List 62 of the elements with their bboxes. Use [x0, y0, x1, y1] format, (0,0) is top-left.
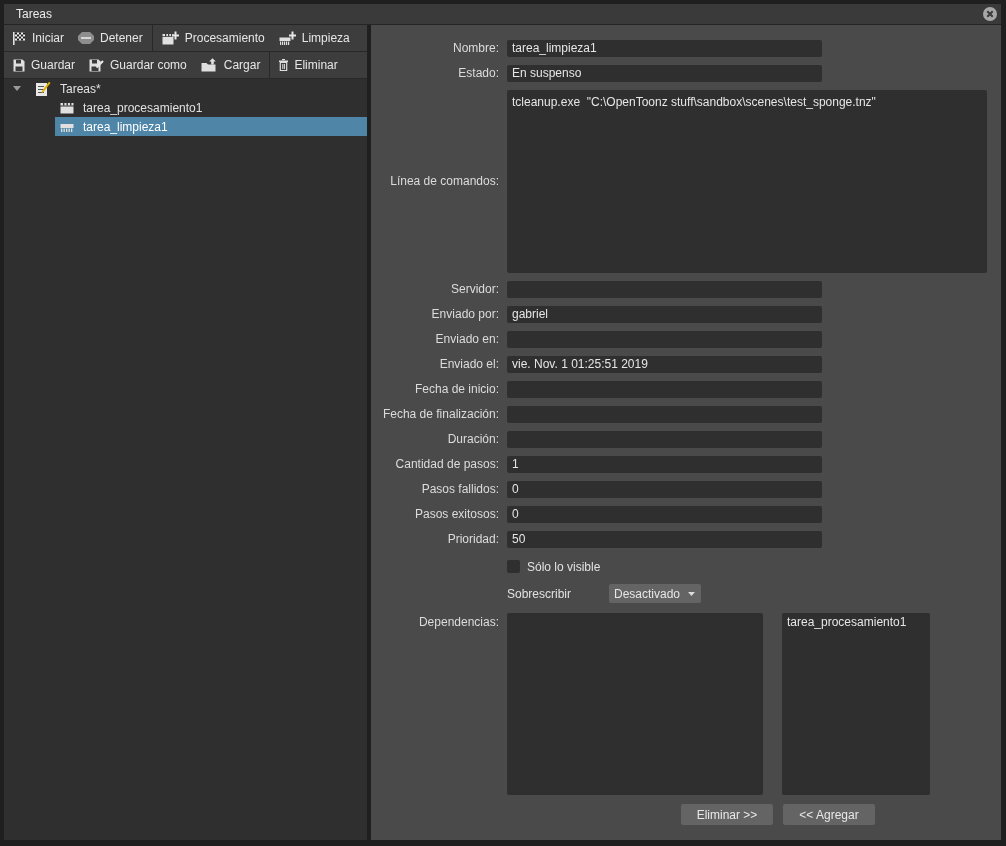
tree-item[interactable]: tarea_procesamiento1	[55, 98, 367, 117]
field-label: Prioridad:	[446, 531, 499, 548]
window-title: Tareas	[16, 7, 53, 21]
text-field[interactable]: 1	[507, 456, 822, 473]
stop-sign-icon	[78, 32, 94, 44]
text-area[interactable]: tcleanup.exe "C:\OpenToonz stuff\sandbox\scenes\test_sponge.tnz"	[507, 90, 987, 273]
text-field[interactable]: 50	[507, 531, 822, 548]
toolbar-button[interactable]: Eliminar	[272, 52, 345, 78]
field-label: Línea de comandos:	[389, 173, 499, 190]
field-label: Nombre:	[452, 40, 499, 57]
folder-arrow-icon	[200, 58, 218, 72]
text-field[interactable]: 0	[507, 506, 822, 523]
text-field[interactable]: tarea_limpieza1	[507, 40, 822, 57]
tree-item[interactable]: tarea_limpieza1	[55, 117, 367, 136]
checkbox[interactable]	[507, 560, 520, 573]
toolbar-button[interactable]: Procesamiento	[154, 25, 272, 51]
toolbar-button[interactable]: Limpieza	[271, 25, 357, 51]
text-field[interactable]: En suspenso	[507, 65, 822, 82]
text-field[interactable]: vie. Nov. 1 01:25:51 2019	[507, 356, 822, 373]
field-label: Enviado el:	[438, 356, 499, 373]
list-box[interactable]	[507, 613, 763, 795]
toolbar-button[interactable]: Iniciar	[6, 25, 71, 51]
toolbar-button[interactable]: Detener	[71, 25, 150, 51]
text-field[interactable]	[507, 331, 822, 348]
notepad-pencil-icon	[35, 80, 51, 97]
field-label: Estado:	[457, 65, 499, 82]
field-label: Cantidad de pasos:	[394, 456, 499, 473]
dropdown-label: Sobrescribir	[507, 586, 573, 601]
text-field[interactable]: gabriel	[507, 306, 822, 323]
close-icon[interactable]	[983, 7, 997, 21]
tree-item[interactable]: Tareas*	[30, 79, 367, 98]
toolbar-button[interactable]: Guardar	[6, 52, 83, 78]
text-field[interactable]	[507, 431, 822, 448]
field-label: Enviado por:	[430, 306, 499, 323]
field-label: Duración:	[446, 431, 499, 448]
dropdown[interactable]: Desactivado	[609, 584, 702, 603]
floppy-pencil-icon	[89, 58, 105, 72]
field-label: Fecha de inicio:	[413, 381, 499, 398]
field-label: Dependencias:	[417, 614, 499, 631]
clapperboard-plus-icon	[161, 31, 179, 45]
caret-icon	[688, 591, 696, 596]
brush-plus-icon	[278, 31, 296, 45]
text-field[interactable]	[507, 281, 822, 298]
checkered-flag-icon	[13, 31, 26, 45]
list-item[interactable]: tarea_procesamiento1	[782, 614, 930, 631]
field-label: Enviado en:	[434, 331, 499, 348]
field-label: Pasos fallidos:	[420, 481, 499, 498]
list-box[interactable]: tarea_procesamiento1	[782, 613, 930, 795]
text-field[interactable]	[507, 406, 822, 423]
field-label: Servidor:	[449, 281, 499, 298]
text-field[interactable]	[507, 381, 822, 398]
expand-arrow-icon[interactable]	[13, 86, 21, 91]
checkbox-label: Sólo lo visible	[527, 559, 601, 574]
push-button[interactable]: << Agregar	[783, 804, 875, 825]
clapperboard-icon	[60, 101, 74, 114]
trash-icon	[279, 59, 289, 71]
toolbar-button[interactable]: Guardar como	[82, 52, 194, 78]
field-label: Pasos exitosos:	[413, 506, 499, 523]
field-label: Fecha de finalización:	[381, 406, 499, 423]
push-button[interactable]: Eliminar >>	[681, 804, 773, 825]
text-field[interactable]: 0	[507, 481, 822, 498]
toolbar-button[interactable]: Cargar	[193, 52, 268, 78]
